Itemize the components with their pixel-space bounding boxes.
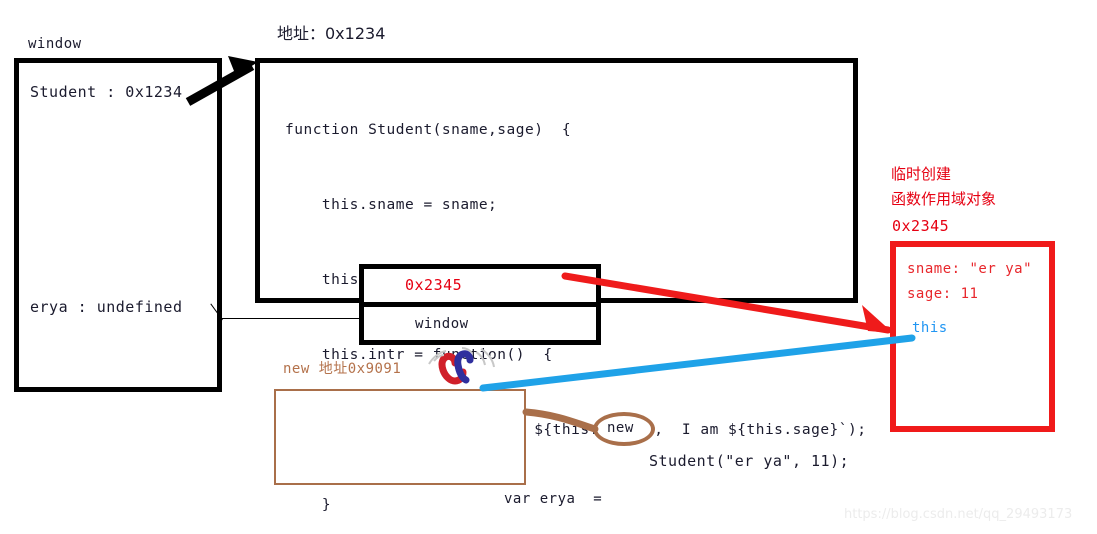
variable-declaration-expression: var erya = [504,491,603,507]
window-property-erya: erya : undefined [30,298,183,316]
red-scope-address: 0x2345 [892,217,950,235]
new-address-label: new 地址0x9091 [283,361,402,377]
new-keyword-label: new [607,420,634,436]
window-object-box [14,58,222,392]
scope-owner-label: window [415,316,469,332]
code-address-label: 地址：0x1234 [277,24,386,43]
window-box-label: window [28,36,82,52]
code-line: function Student(sname,sage) { [285,122,572,138]
scope-box-divider [359,302,601,307]
scope-this-label: this [912,320,948,336]
new-instance-box [274,389,526,485]
scope-field-sname: sname: "er ya" [907,261,1033,277]
red-note-line-2: 函数作用域对象 [891,190,997,208]
diagram-canvas: window Student : 0x1234 erya : undefined… [0,0,1097,534]
scope-field-sage: sage: 11 [907,286,979,302]
red-note-line-1: 临时创建 [891,165,952,183]
watermark-text: https://blog.csdn.net/qq_29493173 [844,507,1073,522]
scope-address-value: 0x2345 [405,276,463,294]
scope-connector-line [222,318,362,319]
constructor-call-expression: Student("er ya", 11); [649,452,850,470]
window-property-student: Student : 0x1234 [30,83,183,101]
code-line: this.sname = sname; [285,197,498,213]
